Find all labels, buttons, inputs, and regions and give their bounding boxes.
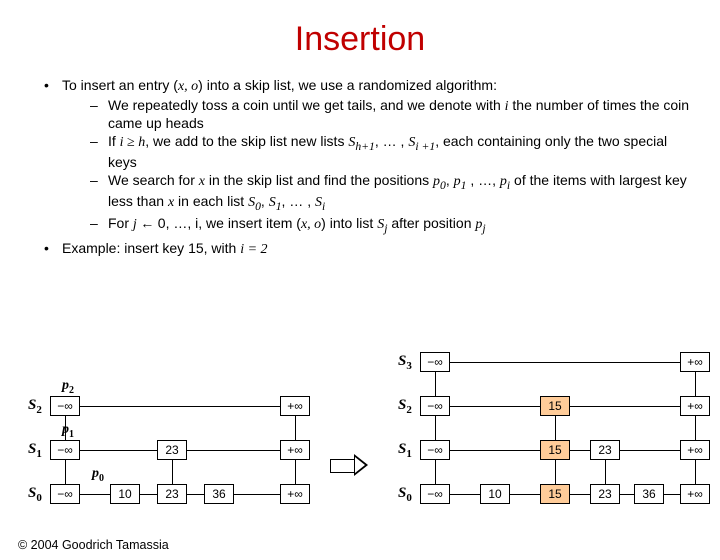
- skiplist-node: +∞: [680, 440, 710, 460]
- skiplist-node: −∞: [50, 484, 80, 504]
- skiplist-node: +∞: [680, 396, 710, 416]
- skiplist-node: 10: [480, 484, 510, 504]
- skiplist-node: −∞: [420, 440, 450, 460]
- skiplist-node: 23: [157, 484, 187, 504]
- skiplist-node: +∞: [280, 484, 310, 504]
- skiplist-node: −∞: [420, 352, 450, 372]
- skiplist-node: 15: [540, 440, 570, 460]
- skiplist-node: −∞: [420, 484, 450, 504]
- copyright: © 2004 Goodrich Tamassia: [18, 538, 169, 552]
- skiplist-diagram: S2−∞+∞S1−∞23+∞S0−∞102336+∞p2p1p0S3−∞+∞S2…: [0, 338, 720, 513]
- skiplist-node: 10: [110, 484, 140, 504]
- slide-body: To insert an entry (x, o) into a skip li…: [0, 77, 720, 259]
- skiplist-node: +∞: [680, 352, 710, 372]
- transform-arrow-icon: [330, 456, 370, 474]
- skiplist-node: 15: [540, 396, 570, 416]
- skiplist-node: −∞: [50, 440, 80, 460]
- skiplist-node: 36: [634, 484, 664, 504]
- skiplist-node: 36: [204, 484, 234, 504]
- skiplist-node: −∞: [420, 396, 450, 416]
- skiplist-node: +∞: [280, 440, 310, 460]
- skiplist-node: 23: [157, 440, 187, 460]
- skiplist-node: +∞: [680, 484, 710, 504]
- slide-title: Insertion: [0, 20, 720, 59]
- skiplist-node: 23: [590, 484, 620, 504]
- sub-bullet-3: We search for x in the skip list and fin…: [90, 172, 692, 214]
- bullet-1: To insert an entry (x, o) into a skip li…: [40, 77, 692, 236]
- sub-bullet-1: We repeatedly toss a coin until we get t…: [90, 97, 692, 132]
- sub-bullet-4: For j ← 0, …, i, we insert item (x, o) i…: [90, 215, 692, 236]
- skiplist-node: 15: [540, 484, 570, 504]
- bullet-2: Example: insert key 15, with i = 2: [40, 240, 692, 258]
- skiplist-node: −∞: [50, 396, 80, 416]
- skiplist-node: +∞: [280, 396, 310, 416]
- sub-bullet-2: If i ≥ h, we add to the skip list new li…: [90, 133, 692, 171]
- skiplist-node: 23: [590, 440, 620, 460]
